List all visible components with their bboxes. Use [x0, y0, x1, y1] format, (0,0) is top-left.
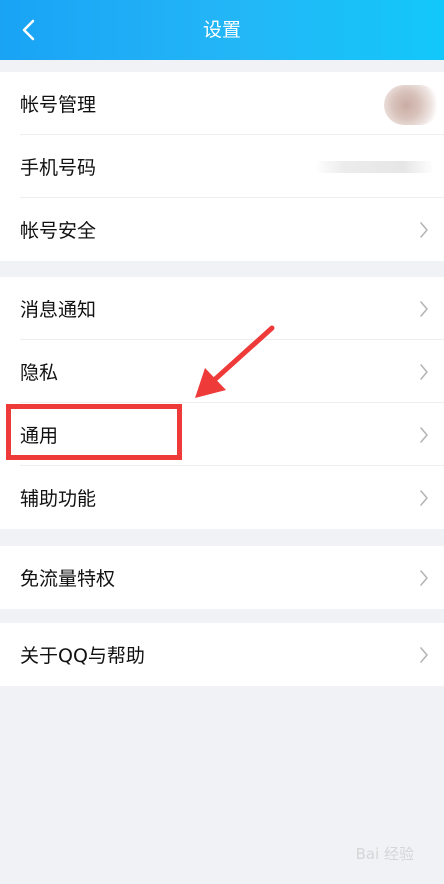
arrow-annotation-icon	[195, 325, 275, 398]
watermark: Bai 经验	[355, 845, 414, 863]
